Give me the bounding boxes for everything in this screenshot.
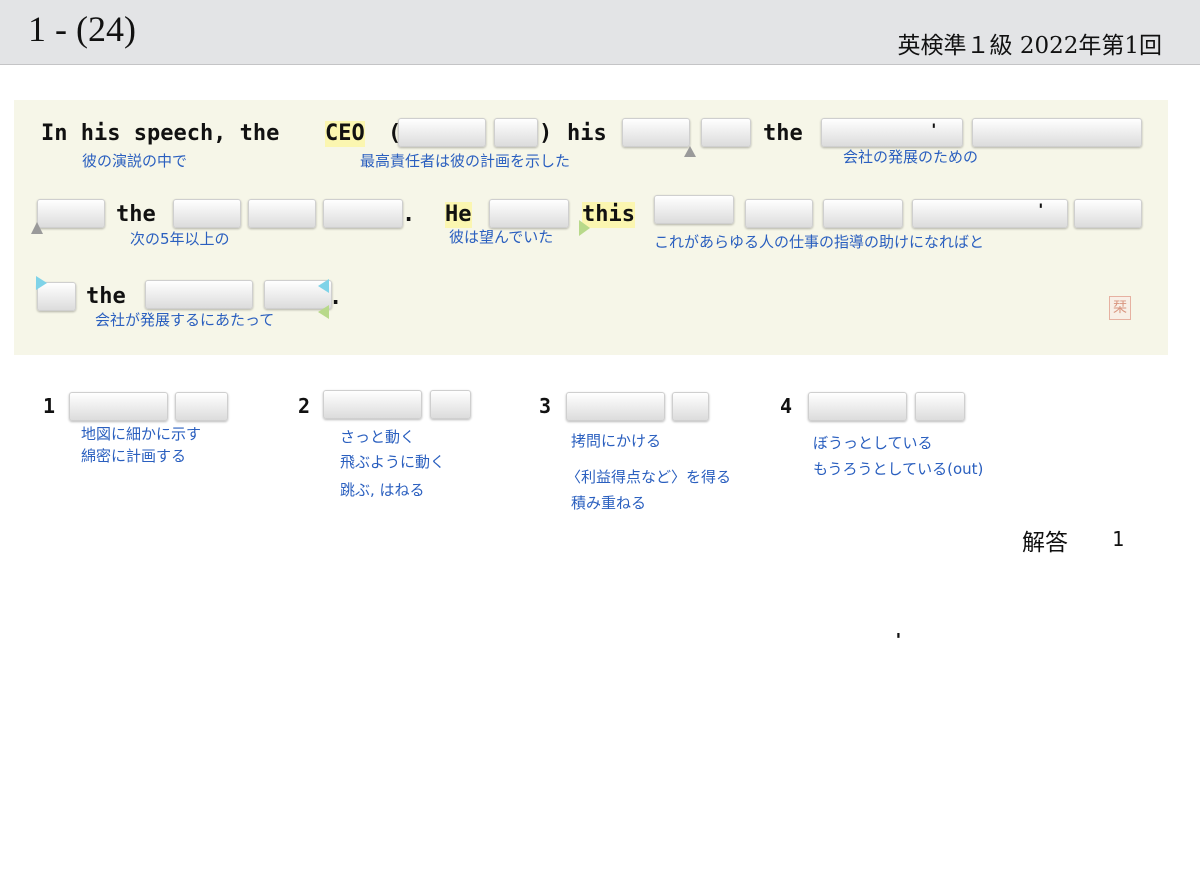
choice-3-word-box[interactable] <box>672 392 709 421</box>
gloss-he-hoped: 彼は望んでいた <box>449 228 554 246</box>
hidden-word-box[interactable] <box>489 199 569 228</box>
choice-1-word-box[interactable] <box>69 392 168 421</box>
hidden-word-box[interactable] <box>972 118 1142 147</box>
apostrophe-mark: ' <box>929 120 939 139</box>
hidden-word-box[interactable] <box>821 118 963 147</box>
gloss-ceo-showed-plan: 最高責任者は彼の計画を示した <box>360 152 571 170</box>
gloss-in-his-speech: 彼の演説の中で <box>82 152 188 170</box>
choice-4-word-box[interactable] <box>808 392 907 421</box>
gloss-as-company-grows: 会社が発展するにあたって <box>95 311 275 329</box>
sentence-text-start: In his speech, the <box>41 121 280 146</box>
hidden-word-box[interactable] <box>323 199 403 228</box>
word-the: the <box>116 202 156 227</box>
hidden-word-box[interactable] <box>701 118 751 147</box>
exam-info: 英検準１級 2022年第1回 <box>897 33 1162 59</box>
marker-icon <box>31 222 43 234</box>
choice-4-gloss: もうろうとしている(out) <box>813 460 984 478</box>
hidden-word-box[interactable] <box>823 199 903 228</box>
gloss-over-next-five-years: 次の5年以上の <box>130 230 230 248</box>
answer-label: 解答 <box>1022 530 1068 556</box>
choice-1-number: 1 <box>43 394 56 418</box>
choice-3-word-box[interactable] <box>566 392 665 421</box>
hidden-word-box[interactable] <box>173 199 241 228</box>
choice-2-gloss: 飛ぶように動く <box>340 453 446 471</box>
question-number: 1 - (24) <box>28 9 136 49</box>
marker-icon <box>318 305 329 319</box>
choice-2-word-box[interactable] <box>430 390 471 419</box>
marker-icon <box>36 276 47 290</box>
choice-4-number: 4 <box>780 394 793 418</box>
choice-1-gloss: 綿密に計画する <box>81 447 187 465</box>
hidden-word-box[interactable] <box>248 199 316 228</box>
gloss-for-company-growth: 会社の発展のための <box>843 148 979 166</box>
period: . <box>402 202 416 227</box>
choice-3-gloss: 〈利益得点など〉を得る <box>566 468 732 486</box>
close-paren: ) <box>539 121 553 146</box>
choice-4-gloss: ぼうっとしている <box>813 434 933 452</box>
hidden-word-box[interactable] <box>622 118 690 147</box>
gloss-help-guide-work: これがあらゆる人の仕事の指導の助けになればと <box>654 233 985 251</box>
word-the: the <box>763 121 803 146</box>
word-the: the <box>86 284 126 309</box>
marker-icon <box>579 220 590 236</box>
choice-3-gloss: 積み重ねる <box>571 494 647 512</box>
apostrophe-mark: ' <box>1036 200 1046 219</box>
period: . <box>329 285 343 310</box>
choice-2-gloss: さっと動く <box>340 428 416 446</box>
choice-2-gloss: 跳ぶ, はねる <box>340 481 425 499</box>
choice-3-number: 3 <box>539 394 552 418</box>
stamp-icon: 栞 <box>1109 296 1131 320</box>
hidden-word-box[interactable] <box>37 199 105 228</box>
answer-value: 1 <box>1112 527 1125 551</box>
highlight-ceo: CEO <box>325 121 365 147</box>
choice-1-word-box[interactable] <box>175 392 228 421</box>
choice-4-word-box[interactable] <box>915 392 965 421</box>
word-his: his <box>567 121 607 146</box>
hidden-word-box[interactable] <box>1074 199 1142 228</box>
marker-icon <box>318 279 329 293</box>
hidden-word-box[interactable] <box>398 118 486 147</box>
hidden-word-box[interactable] <box>494 118 538 147</box>
choice-2-word-box[interactable] <box>323 390 422 419</box>
highlight-he: He <box>445 202 472 228</box>
stray-mark: ' <box>893 630 904 651</box>
marker-icon <box>684 146 696 157</box>
choice-3-gloss: 拷問にかける <box>571 432 662 450</box>
hidden-word-box[interactable] <box>145 280 253 309</box>
choice-2-number: 2 <box>298 394 311 418</box>
choice-1-gloss: 地図に細かに示す <box>81 425 202 443</box>
hidden-word-box[interactable] <box>745 199 813 228</box>
hidden-word-box[interactable] <box>654 195 734 224</box>
